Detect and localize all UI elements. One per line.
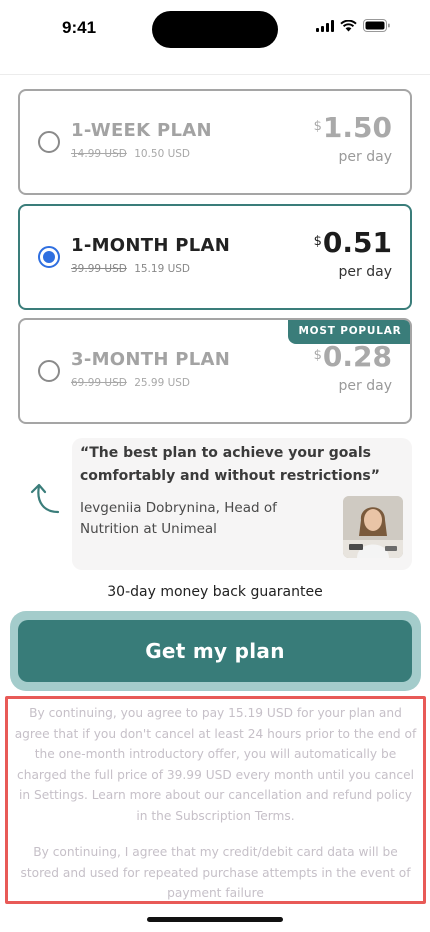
avatar <box>343 496 403 558</box>
currency-symbol: $ <box>313 119 322 134</box>
per-day-label: per day <box>338 149 392 165</box>
testimonial-card: “The best plan to achieve your goals com… <box>72 438 412 570</box>
per-day-label: per day <box>338 264 392 280</box>
wifi-icon <box>340 19 357 32</box>
terms-paragraph-payment: By continuing, you agree to pay 15.19 US… <box>14 706 417 823</box>
currency-symbol: $ <box>313 348 322 363</box>
old-price: 14.99 USD <box>71 148 127 160</box>
plan-prices: 69.99 USD 25.99 USD <box>71 377 190 389</box>
get-my-plan-button[interactable]: Get my plan <box>18 620 412 682</box>
plan-option-1-month[interactable]: 1-MONTH PLAN 39.99 USD 15.19 USD $0.51 p… <box>18 204 412 310</box>
home-indicator <box>147 917 283 922</box>
new-price: 10.50 USD <box>134 148 191 160</box>
header-divider <box>0 74 430 75</box>
per-day-label: per day <box>338 378 392 394</box>
signal-icon <box>316 19 334 32</box>
plan-prices: 14.99 USD 10.50 USD <box>71 148 190 160</box>
new-price: 15.19 USD <box>134 263 191 275</box>
status-icons <box>316 19 390 32</box>
battery-icon <box>363 19 390 32</box>
terms-highlight: By continuing, you agree to pay 15.19 US… <box>5 696 426 904</box>
plan-prices: 39.99 USD 15.19 USD <box>71 263 190 275</box>
plan-title: 1-WEEK PLAN <box>71 120 212 141</box>
plan-option-3-month[interactable]: MOST POPULAR 3-MONTH PLAN 69.99 USD 25.9… <box>18 318 412 424</box>
money-back-guarantee: 30-day money back guarantee <box>107 584 323 600</box>
price-per-day: $0.51 per day <box>313 226 392 281</box>
radio-button[interactable] <box>38 360 60 382</box>
plan-option-1-week[interactable]: 1-WEEK PLAN 14.99 USD 10.50 USD $1.50 pe… <box>18 89 412 195</box>
status-time: 9:41 <box>62 18 97 37</box>
radio-button-selected[interactable] <box>38 246 60 268</box>
curved-arrow-icon <box>28 478 64 522</box>
plan-title: 3-MONTH PLAN <box>71 349 231 370</box>
status-bar: 9:41 <box>0 0 430 60</box>
old-price: 69.99 USD <box>71 377 127 389</box>
testimonial-quote: “The best plan to achieve your goals com… <box>80 445 380 484</box>
new-price: 25.99 USD <box>134 377 191 389</box>
price-per-day: $0.28 per day <box>313 340 392 395</box>
plan-title: 1-MONTH PLAN <box>71 235 231 256</box>
radio-button[interactable] <box>38 131 60 153</box>
currency-symbol: $ <box>313 234 322 249</box>
old-price: 39.99 USD <box>71 263 127 275</box>
dynamic-island <box>152 11 278 48</box>
terms-paragraph-card-data: By continuing, I agree that my credit/de… <box>20 845 411 900</box>
price-per-day: $1.50 per day <box>313 111 392 166</box>
testimonial-author: Ievgeniia Dobrynina, Head of Nutrition a… <box>80 500 277 537</box>
terms-text: By continuing, you agree to pay 15.19 US… <box>14 703 417 904</box>
daily-amount: 1.50 <box>322 111 392 144</box>
daily-amount: 0.28 <box>322 340 392 373</box>
daily-amount: 0.51 <box>322 226 392 259</box>
